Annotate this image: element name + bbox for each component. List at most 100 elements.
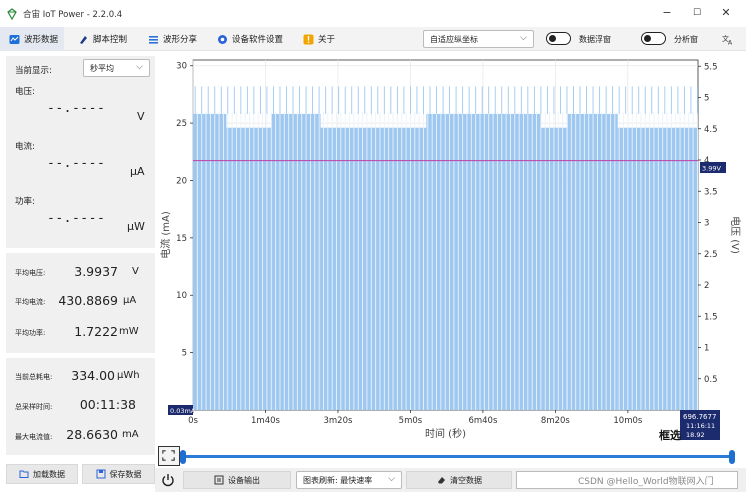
fit-view-button[interactable]: [158, 446, 180, 466]
load-data-label: 加载数据: [33, 469, 65, 479]
save-data-label: 保存数据: [109, 469, 142, 479]
load-data-button[interactable]: 加载数据: [6, 464, 78, 484]
save-icon: [96, 469, 105, 479]
x-tick-label: 5m0s: [399, 416, 423, 426]
zoom-range-track[interactable]: [184, 455, 732, 458]
x-tick-label: 8m20s: [541, 416, 571, 426]
zoom-range-end-handle[interactable]: [729, 450, 735, 464]
cursor-time: 11:16:11: [686, 422, 715, 430]
y2-tick-label: 5.5: [704, 62, 718, 72]
x-tick-label: 6m40s: [468, 416, 498, 426]
y2-tick-label: 3.5: [704, 187, 718, 197]
wave-icon: [9, 34, 20, 44]
info-icon: [303, 34, 314, 44]
y-axis-ticks: 5 10 15 20 25 30: [176, 62, 193, 359]
avg-voltage-value: 3.9937: [74, 264, 118, 279]
y-tick-label: 5: [182, 349, 187, 359]
chevron-down-icon: ⌵: [520, 33, 527, 43]
tab-about-label: 关于: [318, 35, 336, 45]
y2-axis-title: 电压 (V): [729, 216, 742, 254]
current-series: [193, 111, 699, 411]
y2-axis-ticks: 0.511.522.533.544.555.5: [698, 62, 718, 385]
sample-time-value: 00:11:38: [79, 397, 136, 412]
gear-icon: [218, 34, 227, 44]
y-tick-label: 15: [176, 234, 187, 244]
voltage-value: --.----: [47, 101, 106, 116]
x-tick-label: 1m40s: [251, 416, 281, 426]
device-output-button[interactable]: 设备输出: [183, 471, 291, 489]
live-values-panel: 当前显示: 秒平均 ⌵ 电压: --.---- V 电流: --.---- μA…: [6, 56, 155, 248]
y2-tick-label: 3: [704, 219, 709, 229]
current-bar: [226, 127, 272, 410]
toolbar: 波形数据 脚本控制 波形分享 设备软件设置 关于 自适应纵坐标 ⌵ 数据浮窗 分…: [0, 27, 746, 51]
avg-voltage-label: 平均电压:: [15, 269, 46, 277]
y2-tick-label: 1: [704, 344, 709, 354]
translate-icon[interactable]: 文 A: [722, 33, 734, 45]
x-axis-ticks: 0s 1m40s 3m20s 5m0s 6m40s 8m20s 10m0s: [188, 410, 643, 426]
x-tick-label: 0s: [188, 416, 198, 426]
toggle-knob: [549, 34, 556, 42]
cursor-extra: 18.92: [686, 431, 705, 439]
average-panel: 平均电压: 3.9937 V 平均电流: 430.8869 μA 平均功率: 1…: [6, 253, 155, 353]
minimize-button[interactable]: −: [660, 6, 674, 20]
voltage-label: 电压:: [15, 87, 35, 97]
box-select-label[interactable]: 框选: [659, 428, 681, 442]
watermark-text: CSDN @Hello_World物联网入门: [578, 477, 714, 487]
analysis-toggle[interactable]: [641, 32, 666, 45]
bottom-bar: 设备输出 图表刷新: 最快速率 ⌵ 清空数据 CSDN @Hello_World…: [155, 468, 746, 492]
display-mode-value: 秒平均: [90, 63, 114, 73]
tab-settings-label: 设备软件设置: [232, 35, 284, 45]
voltage-marker-text: 3.99V: [702, 165, 721, 173]
app-logo-icon: [7, 7, 17, 20]
folder-icon: [19, 470, 29, 478]
current-unit: μA: [130, 165, 145, 178]
current-voltage-chart[interactable]: 51015202530 0.511.522.533.544.555.5 0s 1m…: [155, 55, 746, 445]
tab-script-label: 脚本控制: [93, 35, 128, 45]
chevron-down-icon: ⌵: [388, 474, 395, 484]
title-bar: 合宙 IoT Power - 2.2.0.4 − ☐ ✕: [0, 0, 746, 27]
clear-data-button[interactable]: 清空数据: [406, 471, 512, 489]
maximize-button[interactable]: ☐: [690, 6, 704, 20]
avg-current-value: 430.8869: [58, 293, 118, 308]
total-energy-label: 当前总耗电:: [15, 373, 53, 381]
power-icon[interactable]: [161, 473, 175, 487]
data-float-toggle[interactable]: [546, 32, 571, 45]
analysis-label: 分析窗: [674, 35, 698, 44]
y2-tick-label: 1.5: [704, 312, 718, 322]
chevron-down-icon: ⌵: [136, 62, 143, 72]
tab-about[interactable]: 关于: [303, 27, 335, 51]
list-icon: [149, 35, 158, 44]
axis-mode-value: 自适应纵坐标: [430, 34, 478, 44]
total-energy-value: 334.00: [71, 368, 115, 383]
tab-waveform[interactable]: 波形数据: [0, 27, 65, 51]
avg-current-unit: μA: [123, 295, 137, 306]
display-mode-select[interactable]: 秒平均 ⌵: [83, 59, 150, 77]
max-current-value: 28.6630: [66, 427, 118, 442]
min-value-text: 0.03mA: [170, 407, 196, 415]
refresh-rate-select[interactable]: 图表刷新: 最快速率 ⌵: [296, 471, 402, 489]
tab-script[interactable]: 脚本控制: [78, 27, 127, 51]
save-data-button[interactable]: 保存数据: [82, 464, 155, 484]
axis-mode-select[interactable]: 自适应纵坐标 ⌵: [423, 30, 534, 48]
max-current-unit: mA: [122, 429, 139, 440]
power-value: --.----: [47, 211, 106, 226]
data-float-label: 数据浮窗: [579, 35, 611, 44]
x-tick-label: 3m20s: [323, 416, 353, 426]
tab-settings[interactable]: 设备软件设置: [217, 27, 283, 51]
avg-voltage-unit: V: [132, 266, 139, 277]
y-tick-label: 10: [176, 291, 187, 301]
power-label: 功率:: [15, 197, 35, 207]
tab-share[interactable]: 波形分享: [148, 27, 197, 51]
close-button[interactable]: ✕: [719, 6, 733, 20]
y-tick-label: 30: [176, 62, 187, 72]
y-tick-label: 20: [176, 176, 187, 186]
power-unit: μW: [127, 220, 145, 233]
device-output-label: 设备输出: [228, 475, 260, 485]
sample-time-label: 总采样时间:: [15, 403, 53, 411]
tab-waveform-label: 波形数据: [24, 35, 59, 45]
y2-tick-label: 4.5: [704, 125, 718, 135]
zoom-range-start-handle[interactable]: [180, 450, 186, 464]
y2-tick-label: 0.5: [704, 375, 718, 385]
cursor-value: 696.7677: [683, 413, 716, 421]
avg-power-unit: mW: [119, 326, 139, 337]
